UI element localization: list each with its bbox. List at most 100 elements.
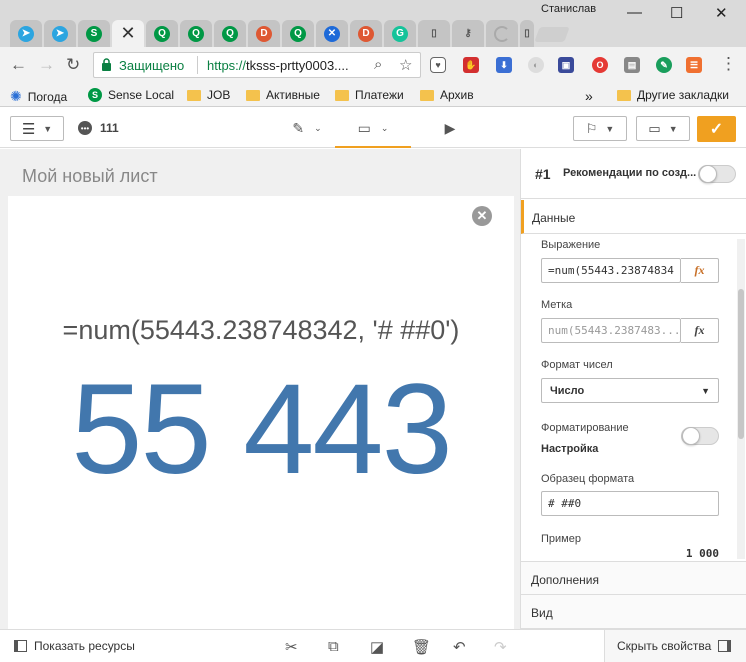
bottom-bar: Показать ресурсы ✂ ⧉ ◪ 🗑 ↶ ↷ Скрыть свой… (0, 629, 746, 662)
label-field[interactable]: num(55443.2387483... (541, 318, 681, 343)
undo-icon[interactable]: ↶ (453, 638, 466, 656)
formatting-toggle[interactable] (681, 427, 719, 445)
folder-icon (420, 89, 434, 101)
lock-icon (102, 58, 111, 71)
number-format-value: Число (550, 385, 585, 397)
done-button[interactable]: ✓ (697, 116, 736, 142)
minimize-icon[interactable]: — (627, 4, 642, 21)
tab-confluence[interactable]: ✕ (316, 20, 348, 47)
bookmark-other[interactable]: Другие закладки (617, 88, 729, 102)
stack-icon[interactable]: ☰ (686, 57, 702, 73)
tab-loading[interactable] (486, 20, 518, 47)
extension-box-icon[interactable]: ▤ (624, 57, 640, 73)
tab-addons[interactable]: Дополнения (521, 561, 746, 595)
hide-properties-label: Скрыть свойства (617, 639, 712, 653)
bookmark-weather[interactable]: ✺ Погода (10, 88, 67, 105)
bookmark-button[interactable]: ⚐ ▼ (573, 116, 627, 141)
tab-active[interactable]: ✕ (112, 20, 144, 47)
close-icon[interactable]: ✕ (120, 23, 135, 44)
save-icon[interactable]: ▣ (558, 57, 574, 73)
reload-icon[interactable]: ↻ (66, 55, 80, 75)
comments-indicator[interactable]: ••• 111 (78, 121, 119, 135)
key-icon: ⚷ (464, 28, 472, 39)
divider (197, 56, 198, 74)
tab-document[interactable]: ▯ (418, 20, 450, 47)
chevron-down-icon: ▼ (668, 123, 678, 134)
star-icon[interactable]: ☆ (399, 56, 412, 74)
presentation-icon: ▶ (444, 120, 456, 136)
present-mode-button[interactable]: ▶ (430, 116, 470, 148)
tab-data[interactable]: Данные (521, 200, 746, 234)
telegram-icon: ➤ (18, 25, 34, 42)
bookmark-job[interactable]: JOB (187, 88, 230, 102)
extension-icon[interactable]: ⬇ (496, 57, 512, 73)
search-icon[interactable]: ⌕ (374, 56, 382, 73)
tab-view[interactable]: Вид (521, 595, 746, 629)
tab-telegram[interactable]: ➤ (10, 20, 42, 47)
bookmark-label: Архив (440, 88, 474, 102)
tab-key[interactable]: ⚷ (452, 20, 484, 47)
number-format-select[interactable]: Число ▼ (541, 378, 719, 403)
cut-icon[interactable]: ✂ (285, 638, 298, 656)
tab-qlik-1[interactable]: Q (146, 20, 178, 47)
opera-icon[interactable]: O (592, 57, 608, 73)
tab-duckduckgo-2[interactable]: D (350, 20, 382, 47)
tab-document-2[interactable]: ▯ (520, 20, 534, 47)
close-icon[interactable]: ✕ (472, 206, 492, 226)
copy-icon[interactable]: ⧉ (328, 638, 339, 655)
panel-scrollbar-thumb[interactable] (738, 289, 744, 439)
tab-telegram-2[interactable]: ➤ (44, 20, 76, 47)
hide-properties-button[interactable]: Скрыть свойства (617, 639, 732, 653)
panel-header: #1 Рекомендации по созд... (521, 149, 746, 199)
show-assets-button[interactable]: Показать ресурсы (14, 639, 135, 653)
menu-kebab-icon[interactable]: ⋮ (720, 54, 737, 74)
expression-field[interactable]: =num(55443.23874834 (541, 258, 681, 283)
secure-label: Защищено (119, 58, 185, 73)
tab-sense[interactable]: S (78, 20, 110, 47)
trash-icon[interactable]: 🗑 (412, 638, 431, 656)
more-bookmarks-button[interactable]: » (585, 88, 593, 104)
bookmark-payments[interactable]: Платежи (335, 88, 404, 102)
url-host: tksss-prtty0003.... (246, 58, 349, 73)
tab-duckduckgo[interactable]: D (248, 20, 280, 47)
device-button[interactable]: ▭ ▼ (636, 116, 690, 141)
sheet-title[interactable]: Мой новый лист (22, 166, 158, 187)
kpi-object[interactable]: ✕ =num(55443.238748342, '# ##0') 55 443 (8, 196, 514, 629)
tab-qlik-4[interactable]: Q (282, 20, 314, 47)
bookmark-archive[interactable]: Архив (420, 88, 474, 102)
paste-icon[interactable]: ◪ (370, 638, 384, 656)
redo-icon[interactable]: ↷ (494, 638, 507, 656)
address-bar[interactable]: Защищено https://tksss-prtty0003.... ⌕ ☆ (93, 52, 421, 78)
chevron-down-icon: ▼ (43, 123, 53, 134)
folder-icon (335, 89, 349, 101)
window-close-icon[interactable]: ✕ (715, 4, 728, 22)
new-tab-button[interactable] (534, 27, 570, 42)
header-toggle[interactable] (698, 165, 736, 183)
bookmark-active[interactable]: Активные (246, 88, 320, 102)
profile-name[interactable]: Станислав (541, 3, 596, 15)
tab-grammarly[interactable]: G (384, 20, 416, 47)
back-icon[interactable]: ← (10, 55, 27, 75)
bookmark-label: Sense Local (108, 88, 175, 102)
extension-disabled-icon[interactable]: ◐ (528, 57, 544, 73)
address-row: ← → ↻ Защищено https://tksss-prtty0003..… (0, 47, 746, 83)
qlik-icon: Q (154, 25, 170, 42)
formatting-value: Настройка (541, 443, 599, 455)
label-fx-button[interactable]: fx (681, 318, 719, 343)
adblock-icon[interactable]: ✋ (463, 57, 479, 73)
forward-icon[interactable]: → (38, 55, 55, 75)
expression-fx-button[interactable]: fx (681, 258, 719, 283)
format-pattern-field[interactable]: # ##0 (541, 491, 719, 516)
panel-right-icon (718, 640, 732, 652)
evernote-icon[interactable]: ✎ (656, 57, 672, 73)
tab-qlik-3[interactable]: Q (214, 20, 246, 47)
url-text[interactable]: https://tksss-prtty0003.... (207, 58, 349, 73)
tab-qlik-2[interactable]: Q (180, 20, 212, 47)
edit-mode-button[interactable]: ✎ ⌄ (280, 116, 334, 148)
menu-button[interactable]: ☰ ▼ (10, 116, 64, 141)
pocket-icon[interactable]: ♥ (430, 57, 446, 73)
maximize-icon[interactable]: ☐ (670, 4, 683, 22)
preview-mode-button[interactable]: ▭ ⌄ (335, 116, 411, 148)
document-icon: ▯ (524, 28, 530, 39)
bookmark-sense-local[interactable]: S Sense Local (88, 88, 174, 102)
